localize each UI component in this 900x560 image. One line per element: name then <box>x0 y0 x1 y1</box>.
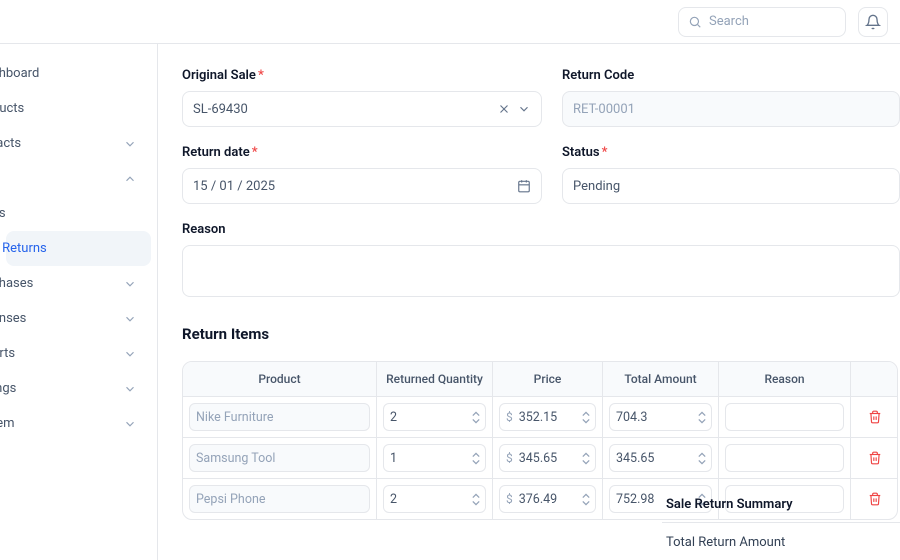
table-row: Samsung Tool $ <box>183 437 897 478</box>
status-select[interactable]: Pending <box>562 168 900 204</box>
chevron-down-icon <box>123 382 137 396</box>
sidebar-item-label: shboard <box>0 66 39 81</box>
bell-icon <box>865 14 881 30</box>
main-content: Original Sale Return Code RET-00001 Retu… <box>158 44 900 560</box>
stepper-icon[interactable] <box>697 451 707 465</box>
th-product: Product <box>183 362 377 396</box>
stepper-icon[interactable] <box>471 451 481 465</box>
th-qty: Returned Quantity <box>377 362 493 396</box>
clear-icon[interactable] <box>497 102 511 116</box>
search-input[interactable] <box>678 7 846 37</box>
return-code-label: Return Code <box>562 68 900 83</box>
th-reason: Reason <box>719 362 851 396</box>
return-code-input: RET-00001 <box>562 91 900 127</box>
reason-label: Reason <box>182 222 900 237</box>
notifications-button[interactable] <box>858 7 888 37</box>
sidebar-item-label: e Returns <box>0 241 47 256</box>
chevron-down-icon <box>123 277 137 291</box>
stepper-icon[interactable] <box>581 451 591 465</box>
sidebar-item-label: tacts <box>0 136 21 151</box>
reason-field: Reason <box>182 222 900 297</box>
search-field <box>678 7 846 37</box>
form: Original Sale Return Code RET-00001 Retu… <box>182 68 900 297</box>
calendar-icon[interactable] <box>517 179 531 193</box>
sidebar-item-label: es <box>0 206 6 221</box>
return-code-field: Return Code RET-00001 <box>562 68 900 127</box>
sidebar-item-label: orts <box>0 346 15 361</box>
chevron-up-icon <box>123 172 137 186</box>
sidebar-item-reports[interactable]: orts <box>6 336 151 371</box>
table-header: Product Returned Quantity Price Total Am… <box>183 362 897 396</box>
chevron-down-icon <box>123 417 137 431</box>
summary-card: Sale Return Summary Total Return Amount <box>662 487 900 560</box>
total-input[interactable] <box>609 403 712 431</box>
original-sale-input[interactable] <box>193 102 497 117</box>
price-input[interactable]: $ <box>499 444 596 472</box>
total-input[interactable] <box>609 444 712 472</box>
qty-input[interactable] <box>383 403 486 431</box>
status-label: Status <box>562 145 900 160</box>
th-total: Total Amount <box>603 362 719 396</box>
sidebar-item-label: enses <box>0 311 26 326</box>
sidebar-item-label: chases <box>0 276 33 291</box>
reason-input[interactable] <box>725 403 844 431</box>
sidebar-item-system[interactable]: tem <box>6 406 151 441</box>
reason-textarea[interactable] <box>182 245 900 297</box>
sidebar: shboard ducts tacts s es e Returns chase… <box>0 44 158 560</box>
sidebar-item-label: tem <box>0 416 15 431</box>
product-cell: Nike Furniture <box>189 403 370 431</box>
reason-input[interactable] <box>725 444 844 472</box>
return-date-value[interactable] <box>193 179 517 194</box>
return-date-field: Return date <box>182 145 542 204</box>
stepper-icon[interactable] <box>471 410 481 424</box>
qty-input[interactable] <box>383 444 486 472</box>
product-cell: Pepsi Phone <box>189 485 370 513</box>
th-price: Price <box>493 362 603 396</box>
return-date-label: Return date <box>182 145 542 160</box>
sidebar-item-expenses[interactable]: enses <box>6 301 151 336</box>
th-actions <box>851 362 898 396</box>
price-input[interactable]: $ <box>499 403 596 431</box>
topbar <box>0 0 900 44</box>
qty-input[interactable] <box>383 485 486 513</box>
stepper-icon[interactable] <box>471 492 481 506</box>
summary-total-label: Total Return Amount <box>662 522 900 560</box>
table-row: Nike Furniture $ <box>183 396 897 437</box>
status-value: Pending <box>573 179 620 194</box>
original-sale-label: Original Sale <box>182 68 542 83</box>
search-icon <box>688 15 702 29</box>
chevron-down-icon <box>123 347 137 361</box>
sidebar-item-label: ducts <box>0 101 24 116</box>
stepper-icon[interactable] <box>581 410 591 424</box>
sidebar-item-products[interactable]: ducts <box>6 91 151 126</box>
price-input[interactable]: $ <box>499 485 596 513</box>
original-sale-select[interactable] <box>182 91 542 127</box>
status-field: Status Pending <box>562 145 900 204</box>
chevron-down-icon[interactable] <box>517 102 531 116</box>
return-code-value: RET-00001 <box>573 102 635 117</box>
sidebar-item-sales[interactable]: s <box>6 161 151 196</box>
summary-title: Sale Return Summary <box>662 487 900 522</box>
original-sale-field: Original Sale <box>182 68 542 127</box>
sidebar-item-dashboard[interactable]: shboard <box>6 56 151 91</box>
stepper-icon[interactable] <box>581 492 591 506</box>
sidebar-item-sale-returns[interactable]: e Returns <box>6 231 151 266</box>
stepper-icon[interactable] <box>697 410 707 424</box>
chevron-down-icon <box>123 312 137 326</box>
sidebar-item-settings[interactable]: ings <box>6 371 151 406</box>
product-cell: Samsung Tool <box>189 444 370 472</box>
sidebar-item-sales-sub[interactable]: es <box>6 196 151 231</box>
sidebar-item-label: ings <box>0 381 16 396</box>
chevron-down-icon <box>123 137 137 151</box>
sidebar-item-purchases[interactable]: chases <box>6 266 151 301</box>
section-title: Return Items <box>182 325 900 343</box>
return-date-input[interactable] <box>182 168 542 204</box>
sidebar-item-contacts[interactable]: tacts <box>6 126 151 161</box>
